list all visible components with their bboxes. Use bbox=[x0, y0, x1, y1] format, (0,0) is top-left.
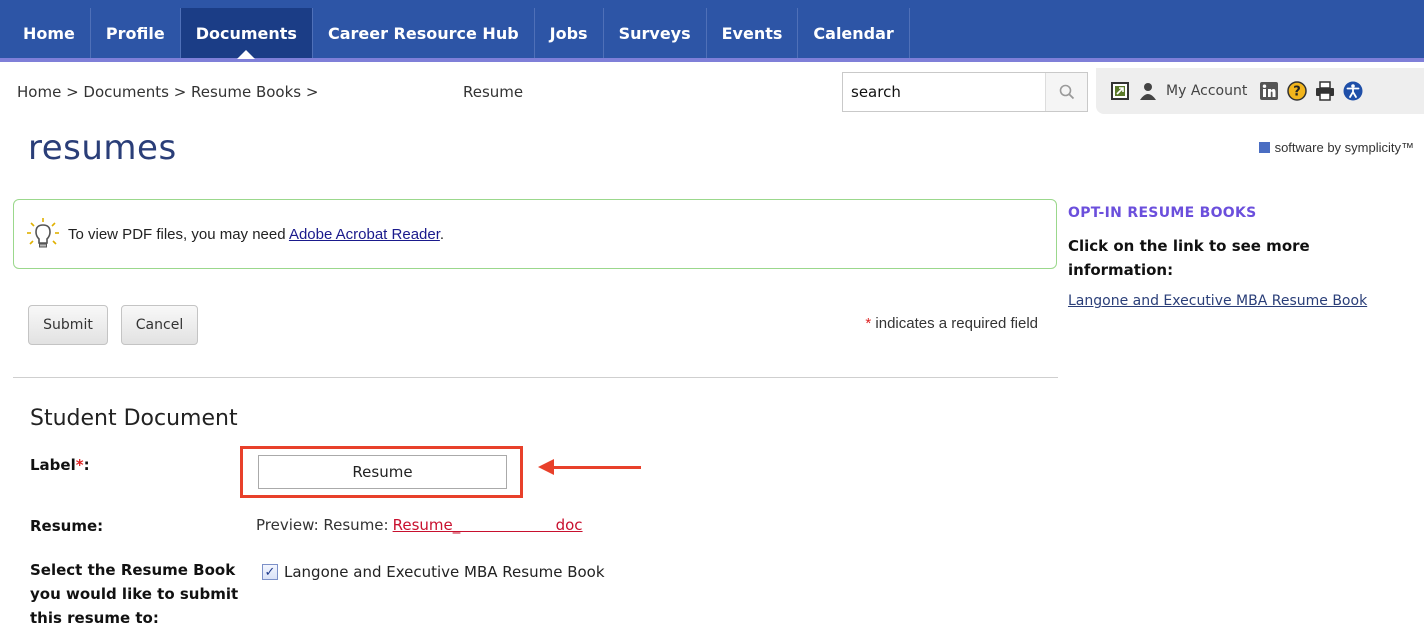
divider bbox=[13, 377, 1058, 378]
preview-prefix: Preview: Resume: bbox=[256, 516, 389, 534]
pdf-notice: To view PDF files, you may need Adobe Ac… bbox=[13, 199, 1057, 269]
resume-file-link[interactable]: Resume_ doc bbox=[393, 516, 583, 534]
section-title: Student Document bbox=[30, 406, 238, 431]
notice-suffix: . bbox=[439, 225, 445, 243]
breadcrumb[interactable]: Home > Documents > Resume Books > bbox=[17, 83, 318, 101]
arrow-icon bbox=[538, 459, 554, 475]
svg-text:?: ? bbox=[1294, 85, 1302, 100]
user-icon[interactable] bbox=[1138, 81, 1158, 101]
search-box bbox=[842, 72, 1088, 112]
label-colon: : bbox=[83, 456, 90, 474]
top-nav: Home Profile Documents Career Resource H… bbox=[0, 0, 1424, 62]
nav-items: Home Profile Documents Career Resource H… bbox=[8, 8, 910, 59]
label-text: Label bbox=[30, 456, 76, 474]
my-account-link[interactable]: My Account bbox=[1166, 83, 1247, 99]
required-field-note: * indicates a required field bbox=[865, 315, 1038, 332]
adobe-reader-link[interactable]: Adobe Acrobat Reader bbox=[289, 226, 440, 243]
required-note-text: indicates a required field bbox=[871, 315, 1038, 332]
label-field-label: Label*: bbox=[30, 453, 90, 477]
nav-item-jobs[interactable]: Jobs bbox=[535, 8, 604, 58]
search-icon bbox=[1059, 84, 1074, 100]
utility-toolbar: My Account ? bbox=[1096, 68, 1424, 114]
sidebar-subtitle: Click on the link to see more informatio… bbox=[1068, 237, 1310, 279]
resume-book-checkbox[interactable]: ✓ bbox=[262, 564, 278, 580]
linkedin-icon[interactable] bbox=[1259, 81, 1279, 101]
submit-button[interactable]: Submit bbox=[28, 305, 108, 345]
search-input[interactable] bbox=[843, 73, 1046, 111]
arrow-line bbox=[553, 466, 641, 469]
nav-item-home[interactable]: Home bbox=[8, 8, 91, 58]
resume-label: Resume: bbox=[30, 517, 104, 535]
notice-message: To view PDF files, you may need bbox=[68, 225, 286, 243]
accessibility-icon[interactable] bbox=[1343, 81, 1363, 101]
nav-item-surveys[interactable]: Surveys bbox=[604, 8, 707, 58]
highlight-box bbox=[240, 446, 523, 498]
page-title: resumes bbox=[28, 128, 177, 168]
resume-book-checkbox-label[interactable]: Langone and Executive MBA Resume Book bbox=[284, 563, 605, 581]
breadcrumb-current: Resume bbox=[463, 83, 524, 101]
sidebar-title: OPT-IN RESUME BOOKS bbox=[1068, 205, 1257, 221]
nav-item-documents[interactable]: Documents bbox=[180, 8, 313, 59]
nav-item-career-resource-hub[interactable]: Career Resource Hub bbox=[313, 8, 535, 58]
help-icon[interactable]: ? bbox=[1287, 81, 1308, 101]
label-required-star: * bbox=[75, 456, 84, 474]
nav-item-calendar[interactable]: Calendar bbox=[798, 8, 910, 58]
resume-preview: Preview: Resume: Resume_ doc bbox=[256, 516, 583, 534]
search-button[interactable] bbox=[1045, 73, 1087, 111]
switch-view-icon[interactable] bbox=[1110, 81, 1130, 101]
print-icon[interactable] bbox=[1315, 81, 1335, 101]
resume-book-option[interactable]: ✓ Langone and Executive MBA Resume Book bbox=[262, 563, 605, 581]
nav-item-events[interactable]: Events bbox=[707, 8, 799, 58]
resume-book-label: Select the Resume Book you would like to… bbox=[30, 561, 239, 627]
sidebar-resume-book-link[interactable]: Langone and Executive MBA Resume Book bbox=[1068, 293, 1367, 309]
software-credit: software by symplicity™ bbox=[1258, 140, 1414, 155]
lightbulb-icon bbox=[27, 218, 59, 248]
notice-text: To view PDF files, you may need Adobe Ac… bbox=[68, 226, 444, 243]
software-credit-text: software by symplicity™ bbox=[1274, 140, 1414, 155]
symplicity-logo-icon bbox=[1258, 142, 1270, 153]
cancel-button[interactable]: Cancel bbox=[121, 305, 198, 345]
nav-item-profile[interactable]: Profile bbox=[91, 8, 181, 58]
